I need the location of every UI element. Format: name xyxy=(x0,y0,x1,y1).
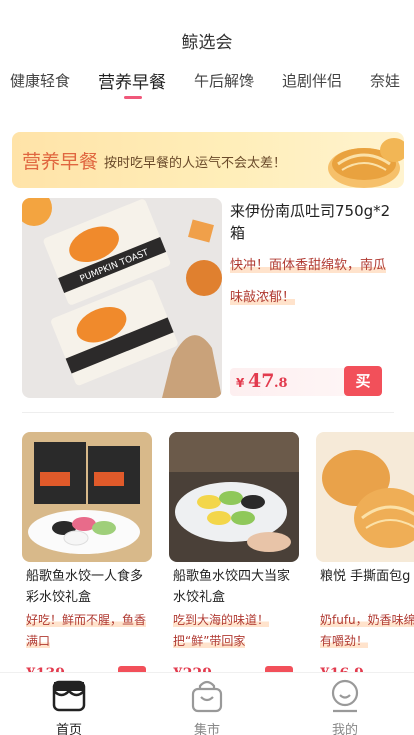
nav-home[interactable]: 首页 xyxy=(29,679,109,735)
nav-label: 首页 xyxy=(55,723,82,735)
product-description-text: 吃到大海的味道！把“鲜”带回家 xyxy=(173,613,270,648)
tab-nutritious-breakfast[interactable]: 营养早餐 xyxy=(98,70,166,93)
price-decimal: .8 xyxy=(274,376,288,391)
dumpling-platter-image[interactable] xyxy=(169,432,299,562)
bottom-navigation: 首页 集市 我的 xyxy=(0,672,414,735)
category-tabs: 健康轻食 营养早餐 午后解馋 追剧伴侣 奈娃 xyxy=(0,70,414,106)
tab-healthy-light-meal[interactable]: 健康轻食 xyxy=(10,70,70,91)
category-card: 营养早餐 按时吃早餐的人运气不会太差！ PUMPKIN TOAST 来伊份南瓜吐… xyxy=(12,132,414,692)
product-name[interactable]: 粮悦 手撕面包g xyxy=(320,566,414,587)
tab-afternoon-snack[interactable]: 午后解馋 xyxy=(194,70,254,91)
featured-product[interactable]: PUMPKIN TOAST 来伊份南瓜吐司750g*2箱 快冲！面体香甜绵软，南… xyxy=(22,198,404,398)
nav-label: 我的 xyxy=(331,723,358,735)
tab-drama-companion[interactable]: 追剧伴侣 xyxy=(282,70,342,91)
shopping-bag-icon xyxy=(191,680,223,713)
app-screen: 鲸选会 健康轻食 营养早餐 午后解馋 追剧伴侣 奈娃 营养早餐 按时吃早餐的人运… xyxy=(0,0,414,735)
featured-description-text: 快冲！面体香甜绵软，南瓜味敲浓郁！ xyxy=(230,258,387,305)
profile-icon xyxy=(331,679,359,713)
category-banner: 营养早餐 按时吃早餐的人运气不会太差！ xyxy=(12,132,404,188)
product-description-text: 好吃！鲜而不腥，鱼香满口 xyxy=(26,613,147,648)
nav-profile[interactable]: 我的 xyxy=(305,679,385,735)
pumpkin-toast-image[interactable]: PUMPKIN TOAST xyxy=(22,198,222,398)
hand-torn-bread-image[interactable] xyxy=(316,432,414,562)
featured-product-name[interactable]: 来伊份南瓜吐司750g*2箱 xyxy=(230,200,398,244)
price-currency: ¥ xyxy=(236,376,245,390)
price-integer: 47 xyxy=(248,370,275,392)
product-description-text: 奶fufu，奶香味绵软又有嚼劲！ xyxy=(320,613,414,648)
banner-subtitle: 按时吃早餐的人运气不会太差！ xyxy=(104,156,287,171)
active-tab-indicator xyxy=(124,96,142,99)
tab-more[interactable]: 奈娃 xyxy=(370,70,400,91)
product-description: 吃到大海的味道！把“鲜”带回家 xyxy=(173,610,299,652)
banner-title: 营养早餐 xyxy=(22,151,99,173)
dumpling-gift-box-image[interactable] xyxy=(22,432,152,562)
section-divider xyxy=(22,412,394,413)
product-description: 好吃！鲜而不腥，鱼香满口 xyxy=(26,610,152,652)
nav-label: 集市 xyxy=(193,723,220,735)
featured-buy-button[interactable]: 买 xyxy=(344,366,382,396)
product-list: 船歌鱼水饺一人食多彩水饺礼盒 好吃！鲜而不腥，鱼香满口 ¥139 xyxy=(22,432,414,692)
croissant-image xyxy=(328,138,404,188)
store-icon xyxy=(52,680,86,712)
product-name[interactable]: 船歌鱼水饺四大当家水饺礼盒 xyxy=(173,566,299,608)
page-title: 鲸选会 xyxy=(181,33,233,53)
product-description: 奶fufu，奶香味绵软又有嚼劲！ xyxy=(320,610,414,652)
product-name[interactable]: 船歌鱼水饺一人食多彩水饺礼盒 xyxy=(26,566,152,608)
featured-product-description: 快冲！面体香甜绵软，南瓜味敲浓郁！ xyxy=(230,250,398,314)
nav-market[interactable]: 集市 xyxy=(167,679,247,735)
